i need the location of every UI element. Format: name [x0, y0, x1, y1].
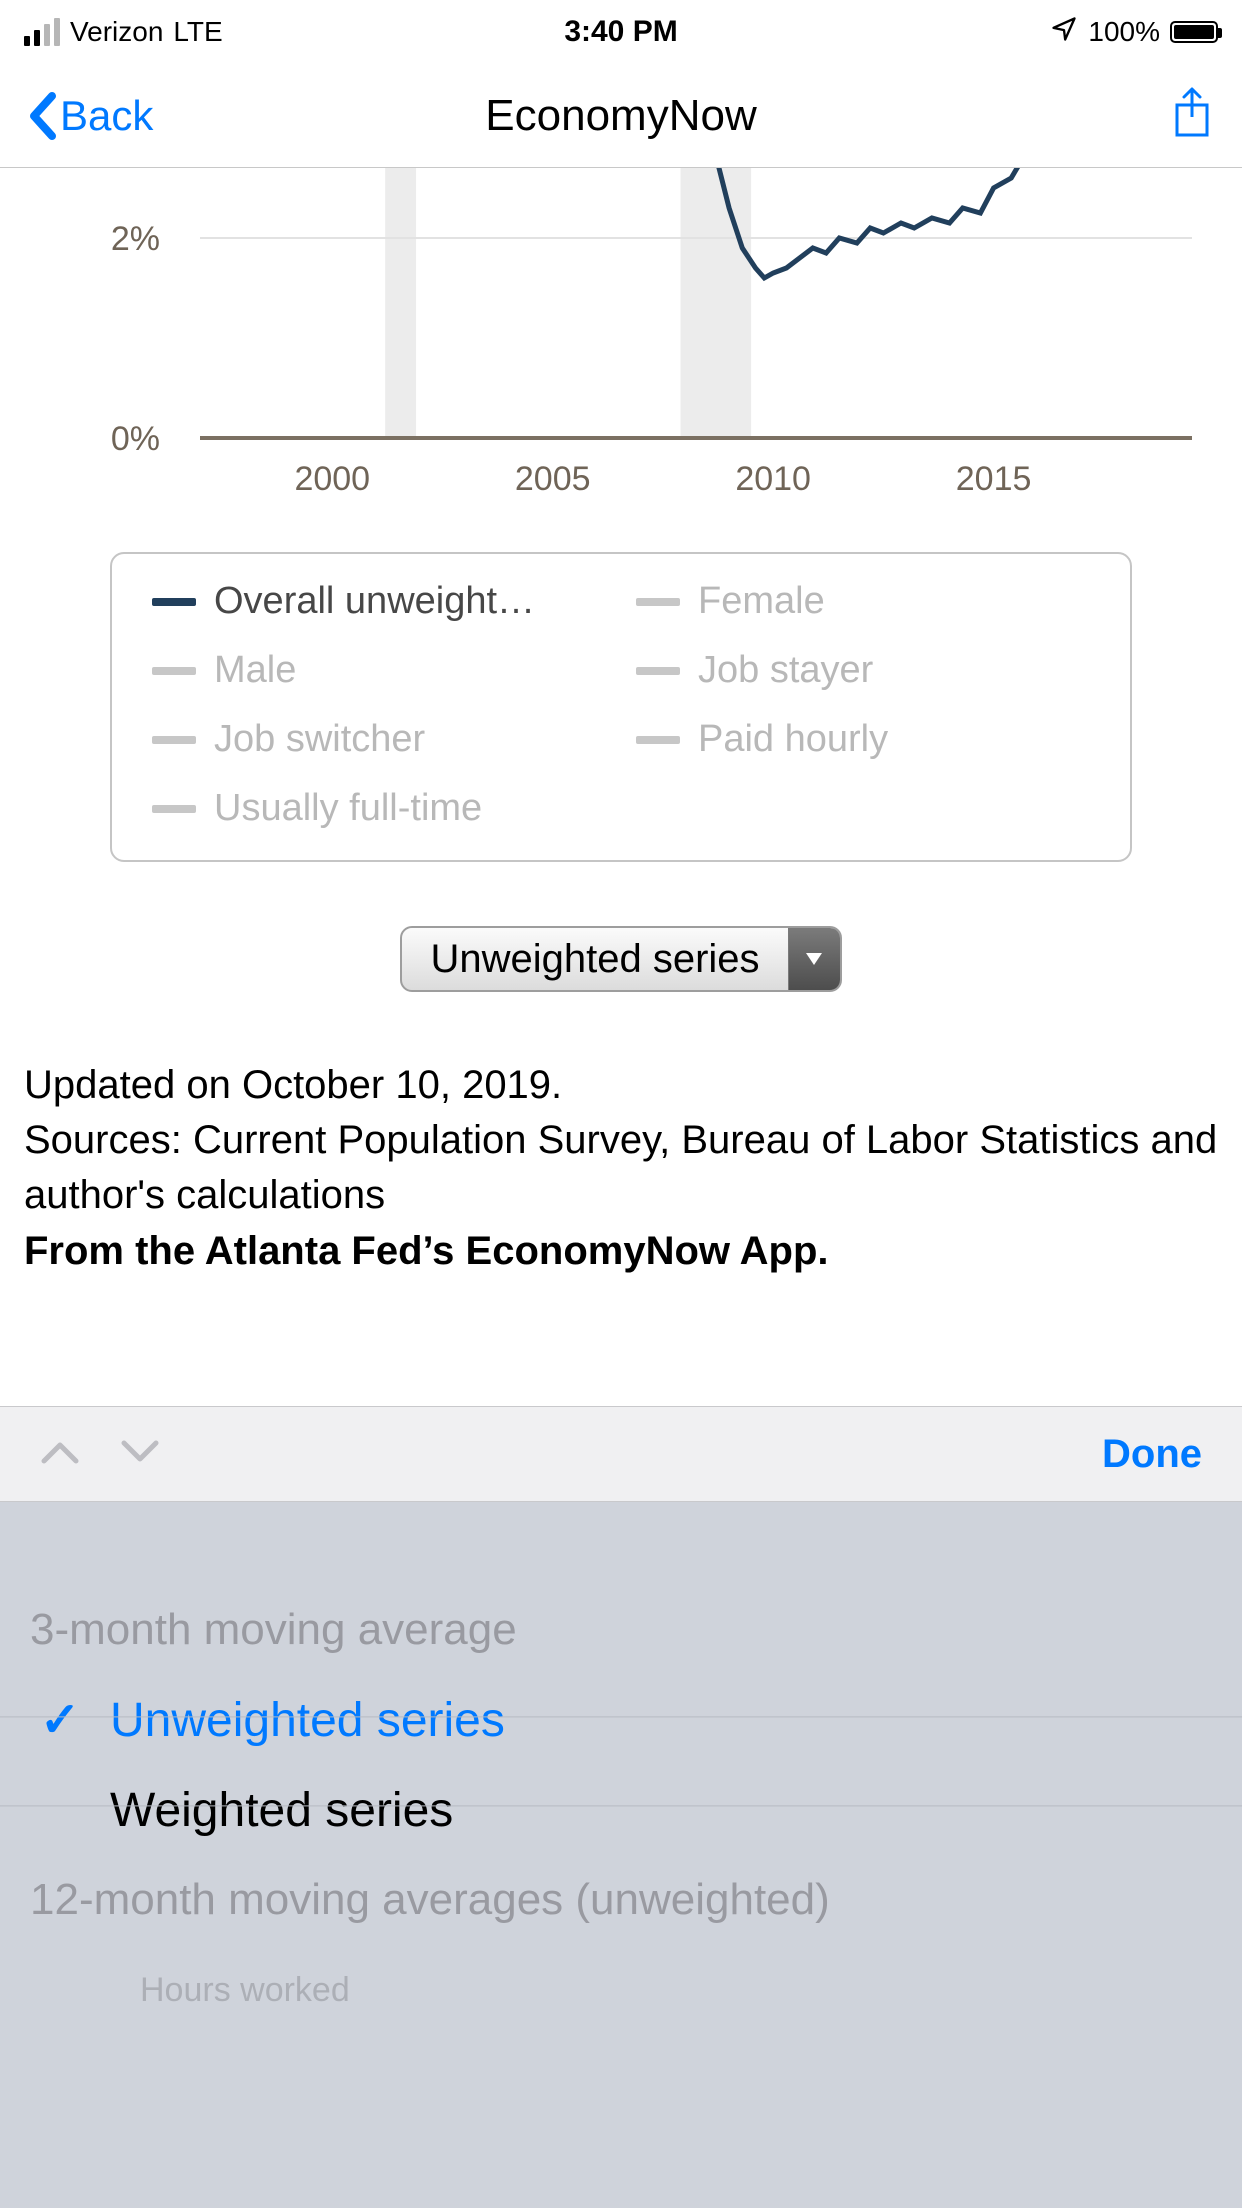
picker-option[interactable]: Unweighted series: [110, 1675, 1242, 1765]
status-bar: Verizon LTE 3:40 PM 100%: [0, 0, 1242, 64]
picker-toolbar: Done: [0, 1406, 1242, 1502]
select-picker: Done 3-month moving averageUnweighted se…: [0, 1406, 1242, 2208]
legend-label: Male: [214, 649, 296, 692]
chevron-left-icon: [28, 92, 56, 140]
legend-swatch: [636, 736, 680, 744]
carrier-label: Verizon: [70, 16, 163, 48]
sources-text: Sources: Current Population Survey, Bure…: [24, 1113, 1218, 1223]
clock: 3:40 PM: [564, 15, 677, 49]
battery-icon: [1170, 21, 1218, 43]
legend-label: Overall unweight…: [214, 580, 535, 623]
legend-swatch: [152, 667, 196, 675]
caret-down-icon: [788, 928, 840, 990]
picker-section-header: 12-month moving averages (unweighted): [30, 1855, 1242, 1945]
legend-item[interactable]: Job switcher: [152, 718, 606, 761]
svg-text:2015: 2015: [956, 460, 1032, 498]
share-button[interactable]: [1170, 85, 1214, 146]
legend-label: Female: [698, 580, 825, 623]
picker-option[interactable]: Hours worked: [110, 1945, 1242, 2035]
updated-text: Updated on October 10, 2019.: [24, 1058, 1218, 1113]
series-dropdown-label: Unweighted series: [402, 928, 787, 990]
legend-label: Job switcher: [214, 718, 425, 761]
picker-wheel[interactable]: 3-month moving averageUnweighted seriesW…: [0, 1502, 1242, 2208]
wage-growth-chart[interactable]: 0% 2% 2000 2005 2010 2015: [0, 168, 1242, 528]
picker-next-button[interactable]: [120, 1439, 160, 1470]
legend-item[interactable]: Female: [636, 580, 1090, 623]
page-title: EconomyNow: [485, 91, 756, 141]
legend-swatch: [152, 598, 196, 606]
battery-percent: 100%: [1088, 16, 1160, 48]
back-button[interactable]: Back: [28, 92, 153, 140]
legend-swatch: [152, 736, 196, 744]
svg-text:2%: 2%: [111, 220, 160, 258]
svg-text:2005: 2005: [515, 460, 591, 498]
svg-text:0%: 0%: [111, 420, 160, 458]
picker-section-header: 3-month moving average: [30, 1585, 1242, 1675]
legend-item[interactable]: Male: [152, 649, 606, 692]
legend-item[interactable]: Usually full-time: [152, 787, 606, 830]
picker-done-button[interactable]: Done: [1102, 1432, 1202, 1477]
legend-item[interactable]: Job stayer: [636, 649, 1090, 692]
nav-bar: Back EconomyNow: [0, 64, 1242, 168]
picker-prev-button[interactable]: [40, 1439, 80, 1470]
chart-legend: Overall unweight… Female Male Job stayer Job…: [110, 552, 1132, 862]
legend-label: Job stayer: [698, 649, 873, 692]
location-icon: [1050, 15, 1078, 50]
legend-item[interactable]: Paid hourly: [636, 718, 1090, 761]
svg-text:2000: 2000: [294, 460, 370, 498]
legend-label: Paid hourly: [698, 718, 888, 761]
series-dropdown[interactable]: Unweighted series: [400, 926, 841, 992]
picker-option[interactable]: Weighted series: [110, 1765, 1242, 1855]
network-label: LTE: [173, 16, 222, 48]
chart-meta: Updated on October 10, 2019. Sources: Cu…: [0, 1058, 1242, 1279]
legend-swatch: [152, 805, 196, 813]
svg-text:2010: 2010: [735, 460, 811, 498]
attribution-text: From the Atlanta Fed’s EconomyNow App.: [24, 1224, 1218, 1279]
back-label: Back: [60, 92, 153, 140]
legend-item[interactable]: Overall unweight…: [152, 580, 606, 623]
legend-swatch: [636, 598, 680, 606]
signal-bars-icon: [24, 18, 60, 46]
legend-swatch: [636, 667, 680, 675]
legend-label: Usually full-time: [214, 787, 482, 830]
